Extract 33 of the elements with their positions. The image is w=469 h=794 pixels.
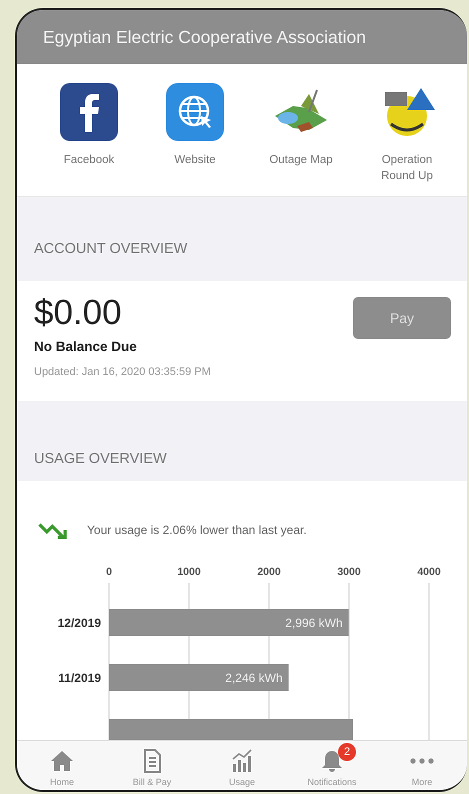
axis-tick-label: 4000 (417, 566, 441, 578)
shortcut-button[interactable]: Facebook (39, 82, 139, 168)
month-label: 11/2019 (58, 671, 101, 685)
globe-icon (165, 82, 225, 142)
axis-tick-label: 0 (106, 566, 112, 578)
tab-item[interactable]: Home (20, 741, 104, 790)
balance-status: No Balance Due (34, 339, 138, 354)
section-title: ACCOUNT OVERVIEW (34, 241, 188, 257)
tab-item[interactable]: Bill & Pay (110, 741, 194, 790)
balance-amount: $0.00 (34, 293, 123, 333)
bar-chart-icon (230, 749, 254, 773)
shortcut-button[interactable]: Outage Map (251, 82, 351, 168)
bell-icon (320, 749, 344, 773)
month-label: 12/2019 (58, 616, 101, 630)
usage-trend-text: Your usage is 2.06% lower than last year. (87, 523, 307, 537)
more-icon (410, 758, 434, 764)
bar-value-label: 2,246 kWh (225, 671, 283, 685)
app-title: Egyptian Electric Cooperative Association (43, 26, 366, 48)
section-title: USAGE OVERVIEW (34, 451, 167, 467)
tab-item[interactable]: 2 Notifications (290, 741, 374, 790)
pay-button[interactable]: Pay (353, 297, 451, 339)
axis-tick-label: 2000 (257, 566, 281, 578)
updated-timestamp: Updated: Jan 16, 2020 03:35:59 PM (34, 366, 211, 378)
notification-badge: 2 (338, 743, 356, 761)
axis-tick-label: 1000 (177, 566, 201, 578)
facebook-icon (59, 82, 119, 142)
shortcut-button[interactable]: Website (145, 82, 245, 168)
home-icon (50, 749, 74, 773)
tab-item[interactable]: More (380, 741, 464, 790)
tab-item[interactable]: Usage (200, 741, 284, 790)
shortcut-button[interactable]: Operation Round Up (357, 82, 457, 184)
bar-value-label: 2,996 kWh (285, 616, 343, 630)
axis-tick-label: 3000 (337, 566, 361, 578)
